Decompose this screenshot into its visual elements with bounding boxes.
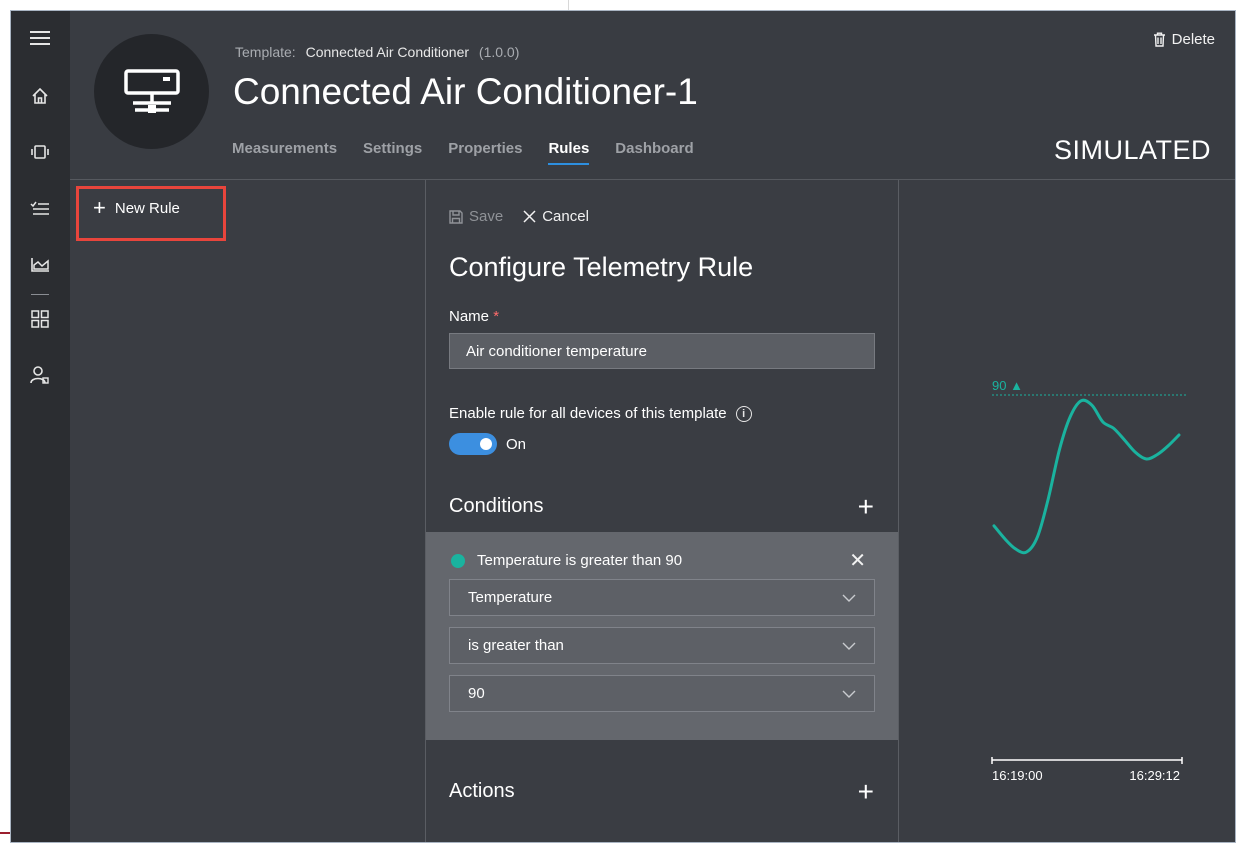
name-field-label: Name *: [449, 308, 499, 325]
required-mark: *: [493, 308, 500, 325]
admin-user-icon[interactable]: [27, 364, 53, 386]
delete-button[interactable]: Delete: [1153, 31, 1215, 48]
toggle-state-label: On: [506, 435, 527, 453]
new-rule-button[interactable]: + New Rule: [76, 186, 226, 241]
dashboard-grid-icon[interactable]: [27, 308, 53, 330]
condition-color-dot: [451, 553, 465, 568]
condition-summary: Temperature is greater than 90: [477, 552, 683, 569]
device-avatar: [94, 34, 209, 149]
name-label-text: Name: [449, 308, 490, 325]
x-tick-label-end: 16:29:12: [1129, 768, 1180, 783]
device-title: Connected Air Conditioner-1: [233, 71, 698, 112]
threshold-value: 90: [468, 685, 485, 702]
chevron-down-icon: [842, 690, 856, 698]
app-window: Template: Connected Air Conditioner (1.0…: [10, 10, 1236, 843]
enable-rule-toggle[interactable]: [449, 433, 497, 455]
tab-properties[interactable]: Properties: [448, 140, 522, 165]
telemetry-chart: 90 ▲ 16:19:00 16:29:12: [991, 378, 1186, 783]
x-tick-label-start: 16:19:00: [992, 768, 1043, 783]
conditions-label: Conditions: [449, 495, 544, 517]
cancel-button[interactable]: Cancel: [523, 208, 589, 225]
template-prefix: Template:: [235, 44, 296, 60]
info-icon[interactable]: i: [735, 405, 752, 422]
edge-mark: [0, 832, 10, 834]
device-icon: [123, 68, 180, 113]
save-button[interactable]: Save: [449, 208, 503, 225]
plus-icon: +: [93, 195, 106, 220]
device-tabs: Measurements Settings Properties Rules D…: [232, 140, 694, 165]
devices-icon[interactable]: [27, 141, 53, 163]
analytics-icon[interactable]: [27, 254, 53, 276]
configure-rule-panel: Save Cancel Configure Telemetry Rule Nam…: [425, 180, 899, 842]
save-icon: [449, 209, 463, 224]
rail-divider: [31, 294, 49, 295]
save-label: Save: [469, 208, 504, 225]
condition-summary-row: Temperature is greater than 90 ✕: [451, 548, 866, 573]
tab-measurements[interactable]: Measurements: [232, 140, 337, 165]
measurement-value: Temperature: [468, 589, 553, 606]
device-header: Template: Connected Air Conditioner (1.0…: [70, 11, 1235, 179]
rule-toolbar: Save Cancel: [449, 208, 589, 225]
top-divider: [568, 0, 569, 10]
telemetry-preview-panel: 90 ▲ 16:19:00 16:29:12: [899, 180, 1235, 842]
operator-value: is greater than: [468, 637, 564, 654]
home-icon[interactable]: [27, 85, 53, 107]
rules-list-icon[interactable]: [27, 198, 53, 220]
threshold-value-select[interactable]: 90: [449, 675, 875, 712]
close-icon: [523, 210, 536, 223]
tab-dashboard[interactable]: Dashboard: [615, 140, 693, 165]
delete-label: Delete: [1171, 31, 1215, 48]
chevron-down-icon: [842, 594, 856, 602]
trash-icon: [1153, 32, 1165, 47]
rule-name-input[interactable]: [449, 333, 875, 369]
chevron-down-icon: [842, 642, 856, 650]
cancel-label: Cancel: [542, 208, 589, 225]
add-condition-button[interactable]: +: [858, 492, 874, 520]
tab-rules[interactable]: Rules: [548, 140, 590, 165]
menu-icon[interactable]: [27, 27, 53, 49]
operator-select[interactable]: is greater than: [449, 627, 875, 664]
tab-settings[interactable]: Settings: [363, 140, 422, 165]
series-line: [992, 398, 1181, 555]
actions-label: Actions: [449, 780, 515, 802]
template-name[interactable]: Connected Air Conditioner: [306, 44, 469, 60]
add-action-button[interactable]: +: [858, 777, 874, 805]
threshold-label: 90 ▲: [992, 378, 1023, 393]
enable-toggle-row: On: [449, 433, 526, 455]
enable-rule-text: Enable rule for all devices of this temp…: [449, 405, 727, 422]
condition-card: Temperature is greater than 90 ✕ Tempera…: [426, 532, 898, 740]
actions-header: Actions +: [449, 777, 874, 805]
template-version: (1.0.0): [478, 44, 520, 60]
rules-list-panel: + New Rule: [70, 180, 425, 842]
template-line: Template: Connected Air Conditioner (1.0…: [235, 44, 519, 60]
measurement-select[interactable]: Temperature: [449, 579, 875, 616]
new-rule-label: New Rule: [114, 200, 180, 217]
remove-condition-button[interactable]: ✕: [849, 548, 866, 573]
left-rail: [11, 11, 70, 842]
conditions-header: Conditions +: [449, 492, 874, 520]
configure-title: Configure Telemetry Rule: [449, 252, 754, 282]
simulated-badge: SIMULATED: [1053, 135, 1211, 165]
enable-rule-label: Enable rule for all devices of this temp…: [449, 405, 752, 422]
